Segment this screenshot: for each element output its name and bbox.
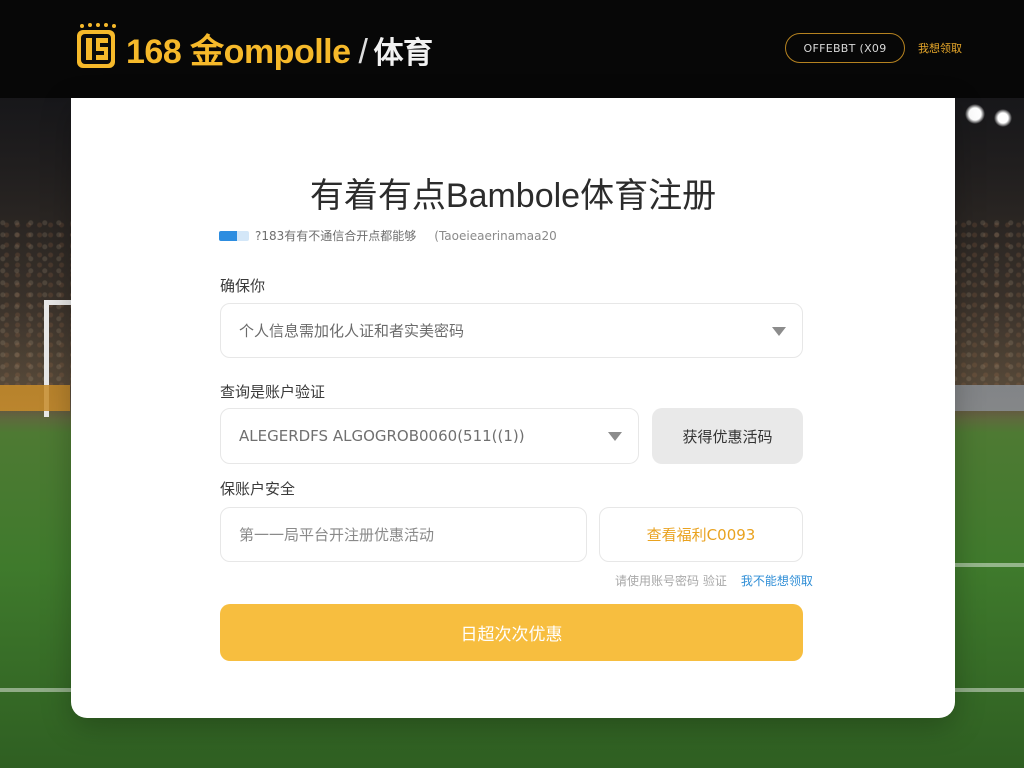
field-line [955, 563, 1024, 567]
page-title: 有着有点Bambole体育注册 [309, 177, 717, 215]
section-label-account: 查询是账户验证 [220, 383, 326, 401]
section-label-security: 保账户安全 [220, 480, 296, 498]
view-benefits-button[interactable]: 查看福利C0093 [599, 507, 803, 562]
stadium-lights [954, 98, 1024, 138]
help-text: 请使用账号密码 验证 [615, 574, 727, 588]
promo-input[interactable]: 第一一局平台开注册优惠活动 [220, 507, 587, 562]
select-value: ALEGERDFS ALGOGROB0060(511((1)) [239, 427, 525, 445]
logo-icon[interactable] [72, 22, 120, 74]
brand-name: 168 金ompolle [126, 33, 351, 71]
input-placeholder: 第一一局平台开注册优惠活动 [239, 526, 435, 544]
help-link[interactable]: 我不能想领取 [741, 574, 813, 588]
help-row: 请使用账号密码 验证 我不能想领取 [615, 572, 813, 589]
personal-info-select[interactable]: 个人信息需加化人证和者实美密码 [220, 303, 803, 358]
registration-card: 有着有点Bambole体育注册 ?183有有不通信合开点都能够 (Taoeiea… [71, 98, 955, 718]
account-select[interactable]: ALEGERDFS ALGOGROB0060(511((1)) [220, 408, 639, 464]
step-text: ?183有有不通信合开点都能够 [255, 229, 417, 243]
section-label-verify: 确保你 [220, 277, 266, 295]
top-header: 168 金ompolle / 体育 OFFEBBT (X09 我想领取 [0, 0, 1024, 98]
login-button[interactable]: OFFEBBT (X09 [785, 33, 905, 63]
step-hint: (Taoeieaerinamaa20 [434, 228, 557, 243]
brand-subtitle: 体育 [373, 37, 433, 70]
brand-title[interactable]: 168 金ompolle / 体育 [126, 24, 433, 73]
progress-bar [219, 230, 249, 241]
chevron-down-icon [608, 432, 622, 441]
get-promo-code-button[interactable]: 获得优惠活码 [652, 408, 803, 464]
chevron-down-icon [772, 326, 786, 336]
register-link[interactable]: 我想领取 [918, 40, 962, 56]
select-placeholder: 个人信息需加化人证和者实美密码 [239, 322, 465, 340]
submit-button[interactable]: 日超次次优惠 [220, 604, 803, 661]
step-indicator: ?183有有不通信合开点都能够 (Taoeieaerinamaa20 [219, 227, 557, 244]
